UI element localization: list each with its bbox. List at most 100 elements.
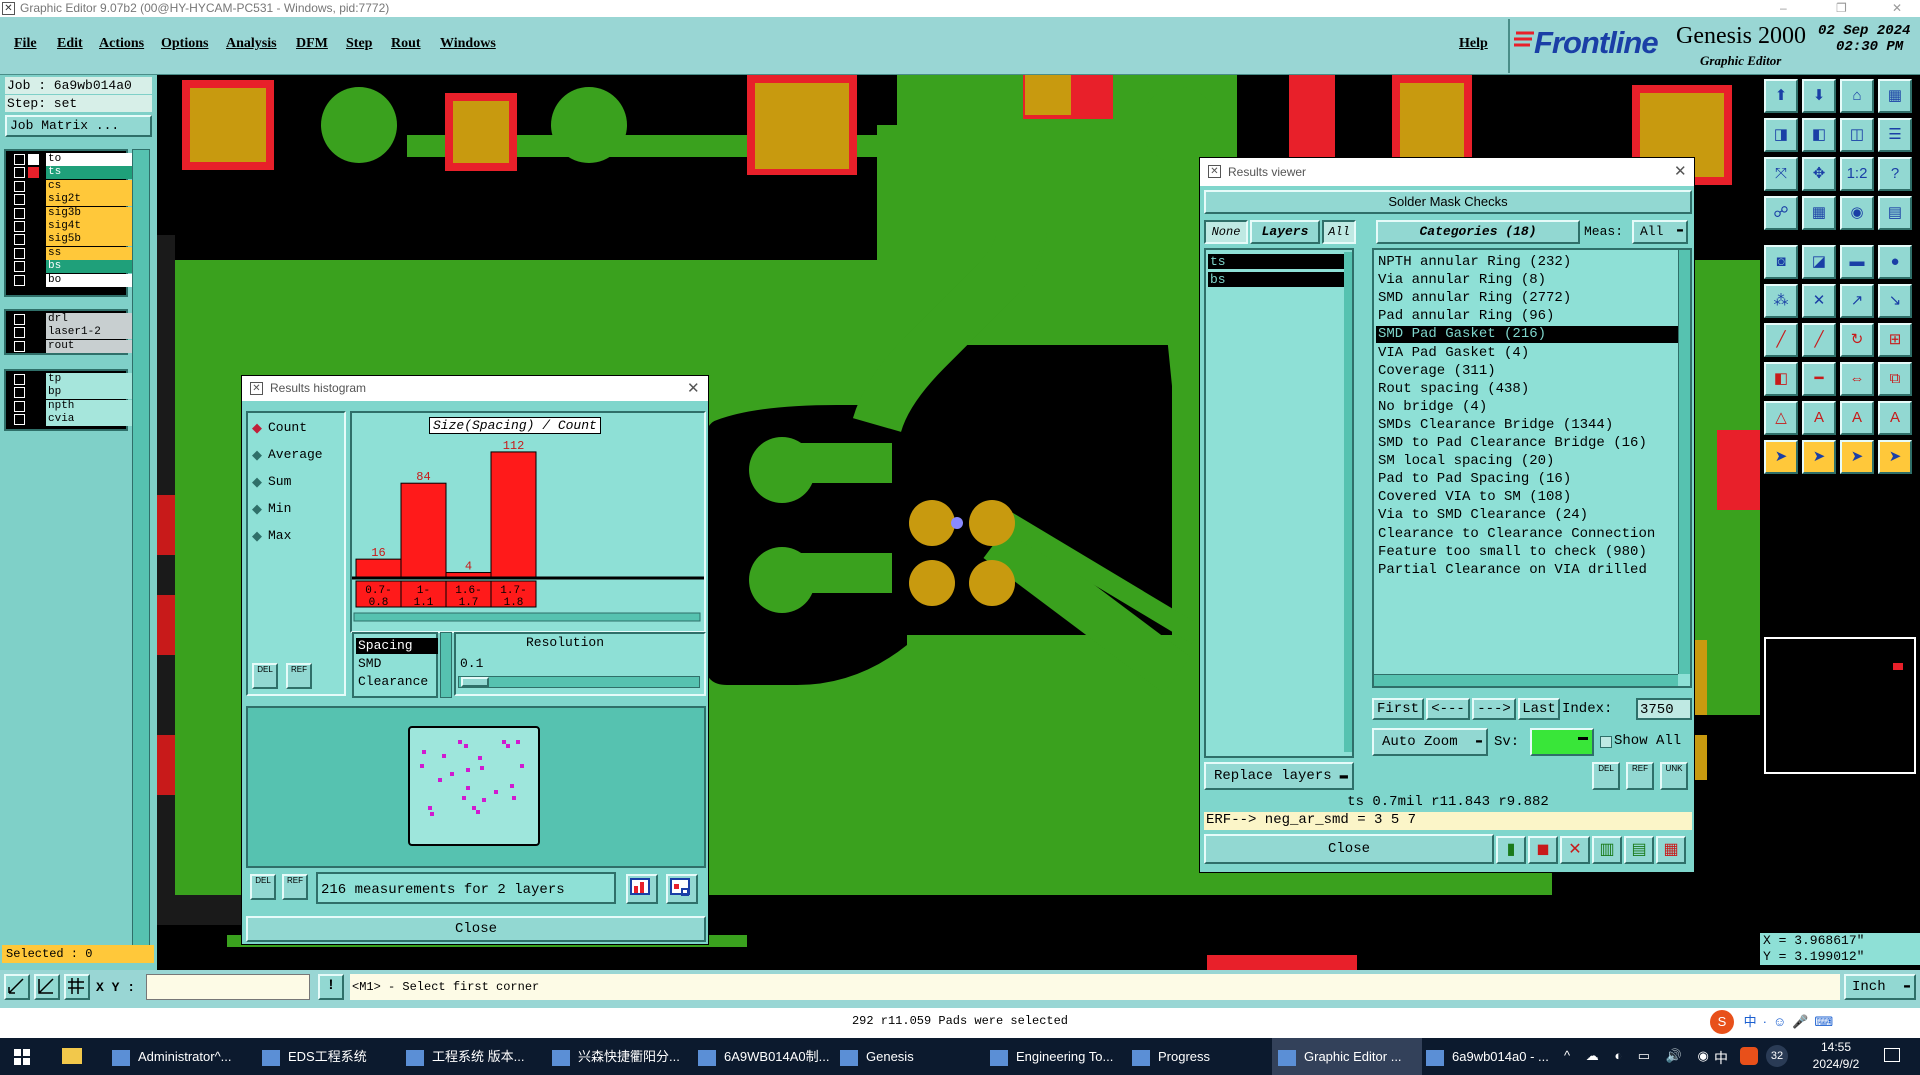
show-all-checkbox[interactable] [1600, 736, 1612, 748]
viewer-ref-button[interactable]: REF [1626, 762, 1654, 790]
menu-options[interactable]: Options [161, 36, 208, 52]
ime-mode-icon[interactable]: 中·☺ [1744, 1014, 1793, 1029]
layer-row[interactable]: to [14, 153, 132, 166]
mic-icon[interactable]: 🎤 [1792, 1014, 1814, 1029]
layer-checkbox[interactable] [14, 314, 25, 325]
layer-row[interactable]: bp [14, 386, 132, 400]
undo-icon[interactable]: ◨ [1764, 118, 1798, 152]
layer-color-swatch[interactable] [28, 194, 39, 206]
histogram-ref-button[interactable]: REF [286, 663, 312, 689]
layer-result-item[interactable]: ts [1208, 254, 1344, 269]
layer-checkbox[interactable] [14, 247, 25, 259]
layer-checkbox[interactable] [14, 327, 25, 339]
resolution-slider-handle[interactable] [461, 677, 489, 687]
layer-row[interactable]: bo [14, 273, 132, 287]
minimize-icon[interactable]: – [1780, 0, 1800, 17]
preview-ref-button[interactable]: REF [282, 874, 308, 900]
layer-icon[interactable]: ☍ [1764, 196, 1798, 230]
viewer-unk-button[interactable]: UNK [1660, 762, 1688, 790]
layer-color-swatch[interactable] [28, 180, 39, 192]
category-item[interactable]: Clearance to Clearance Connection [1376, 526, 1678, 543]
slash-icon[interactable]: ╱ [1802, 323, 1836, 357]
histogram-icon[interactable]: ▦ [1656, 836, 1686, 864]
mark-icon[interactable]: ▮ [1496, 836, 1526, 864]
menu-windows[interactable]: Windows [440, 36, 496, 52]
edit-icon[interactable]: ◪ [1802, 245, 1836, 279]
windows-start-icon[interactable] [14, 1049, 30, 1065]
home-icon[interactable]: ⌂ [1840, 79, 1874, 113]
taskbar-item[interactable]: 兴森快捷衢阳分... [546, 1038, 696, 1075]
layer-row[interactable]: sig5b [14, 233, 132, 247]
category-item[interactable]: Pad annular Ring (96) [1376, 308, 1678, 325]
layer-checkbox[interactable] [14, 154, 25, 165]
layer-color-swatch[interactable] [28, 207, 39, 219]
taskbar-item[interactable]: 6a9wb014a0 - ... [1420, 1038, 1566, 1075]
tray-icons[interactable]: ^ ☁ ◐ ▭ 🔊 ◉ [1564, 1048, 1715, 1064]
flip-icon[interactable]: ⇔ [1840, 362, 1874, 396]
categories-header[interactable]: Categories (18) [1376, 220, 1580, 244]
snap-icon[interactable] [4, 974, 30, 1000]
stack-icon[interactable]: ☰ [1878, 118, 1912, 152]
category-item[interactable]: Pad to Pad Spacing (16) [1376, 471, 1678, 488]
layer-color-swatch[interactable] [28, 274, 39, 286]
notification-icon[interactable] [1884, 1048, 1900, 1062]
menu-rout[interactable]: Rout [391, 36, 421, 52]
index-field[interactable]: 3750 [1636, 698, 1692, 720]
layer-checkbox[interactable] [14, 194, 25, 206]
layer-row[interactable]: bs [14, 260, 132, 274]
record-icon[interactable]: ● [1878, 245, 1912, 279]
restore-icon[interactable]: ❐ [1836, 0, 1856, 17]
category-scrollbar[interactable] [1678, 250, 1690, 674]
keyboard-icon[interactable]: ⌨ [1814, 1014, 1839, 1029]
spacing-item[interactable]: Clearance [358, 674, 428, 689]
taskbar-item[interactable]: Graphic Editor ... [1272, 1038, 1422, 1075]
layer-row[interactable]: laser1-2 [14, 326, 132, 340]
layer-row[interactable]: ss [14, 246, 132, 260]
layer-checkbox[interactable] [14, 387, 25, 399]
select-none-button[interactable]: None [1204, 220, 1248, 244]
auto-zoom-dropdown[interactable]: Auto Zoom ▬ [1372, 728, 1488, 756]
spacing-item[interactable]: SMD [358, 656, 381, 671]
file-explorer-icon[interactable] [62, 1048, 82, 1064]
job-matrix-button[interactable]: Job Matrix ... [5, 115, 152, 137]
layer-checkbox[interactable] [14, 414, 25, 426]
replace-layers-dropdown[interactable]: Replace layers ▬ [1204, 762, 1354, 790]
layer-checkbox[interactable] [14, 207, 25, 219]
rotate-icon[interactable]: ↻ [1840, 323, 1874, 357]
save-icon[interactable]: ⬇ [1802, 79, 1836, 113]
layer-color-swatch[interactable] [28, 234, 39, 246]
category-item[interactable]: Covered VIA to SM (108) [1376, 489, 1678, 506]
layer-checkbox[interactable] [14, 274, 25, 286]
connect-icon[interactable]: ⁂ [1764, 284, 1798, 318]
category-item[interactable]: No bridge (4) [1376, 399, 1678, 416]
highlight-icon[interactable]: ◼ [1528, 836, 1558, 864]
layer-row[interactable]: tp [14, 373, 132, 386]
next-button[interactable]: ---> [1472, 698, 1516, 720]
category-item[interactable]: Via annular Ring (8) [1376, 272, 1678, 289]
menu-actions[interactable]: Actions [99, 36, 144, 52]
category-item[interactable]: VIA Pad Gasket (4) [1376, 345, 1678, 362]
camera-icon[interactable]: ◙ [1764, 245, 1798, 279]
category-item[interactable]: SMD to Pad Clearance Bridge (16) [1376, 435, 1678, 452]
layer-checkbox[interactable] [14, 180, 25, 192]
spacing-item-selected[interactable]: Spacing [356, 638, 438, 654]
ruler-icon[interactable]: ▬ [1840, 245, 1874, 279]
taskbar-item[interactable]: 工程系统 版本... [400, 1038, 550, 1075]
overview-map[interactable] [1764, 637, 1916, 774]
layer-row[interactable]: cs [14, 179, 132, 193]
layer-checkbox[interactable] [14, 340, 25, 352]
sv-color-dropdown[interactable]: ▬ [1530, 728, 1594, 756]
first-button[interactable]: First [1372, 698, 1424, 720]
meas-dropdown[interactable]: All ▬ [1632, 220, 1688, 244]
grid-icon[interactable] [64, 974, 90, 1000]
menu-edit[interactable]: Edit [57, 36, 83, 52]
layer-row[interactable]: ts [14, 166, 132, 180]
cross-icon[interactable]: ✕ [1802, 284, 1836, 318]
category-item[interactable]: Feature too small to check (980) [1376, 544, 1678, 561]
prev-button[interactable]: <--- [1426, 698, 1470, 720]
histogram-del-button[interactable]: DEL [252, 663, 278, 689]
layers-button[interactable]: Layers [1250, 220, 1320, 244]
layer-color-swatch[interactable] [28, 221, 39, 232]
sogou-tray-icon[interactable] [1740, 1047, 1758, 1065]
taskbar-item[interactable]: Administrator^... [106, 1038, 256, 1075]
